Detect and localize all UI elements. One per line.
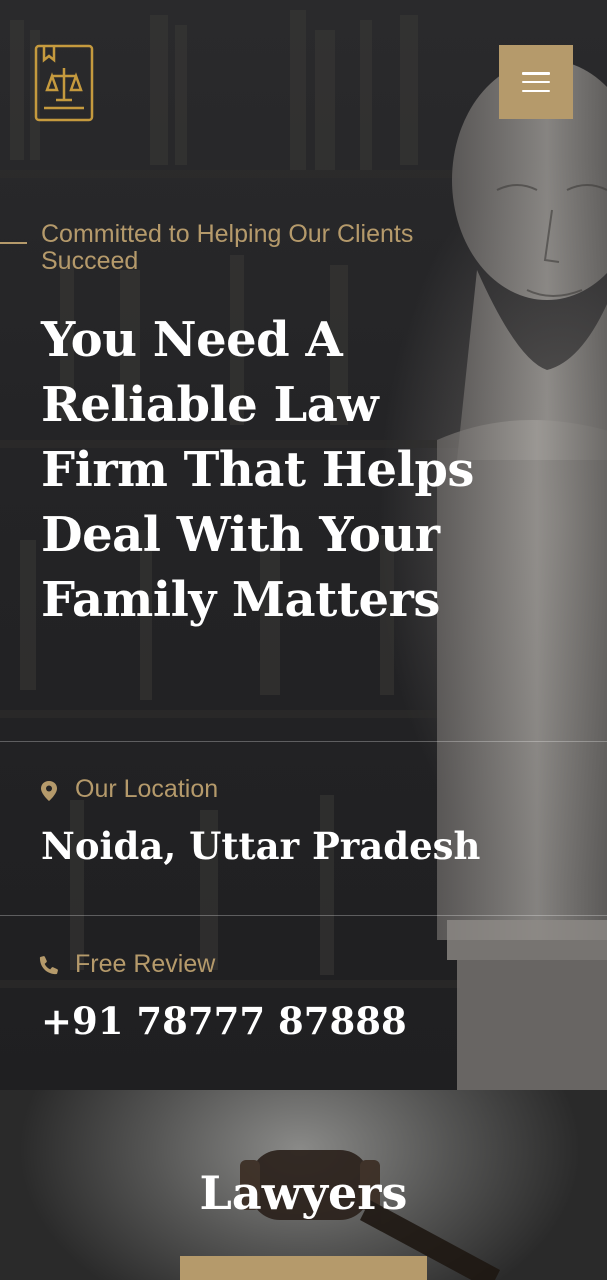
hero-section: Committed to Helping Our Clients Succeed… <box>0 0 607 1090</box>
tagline-accent-line <box>0 242 27 244</box>
hero-tagline: Committed to Helping Our Clients Succeed <box>41 220 414 275</box>
phone-icon <box>39 956 58 975</box>
divider <box>0 741 607 742</box>
phone-number-link[interactable]: +91 78777 87888 <box>41 999 407 1043</box>
map-pin-icon <box>41 781 57 801</box>
location-value: Noida, Uttar Pradesh <box>41 824 481 868</box>
law-book-scales-icon[interactable] <box>34 44 94 122</box>
hamburger-menu-icon <box>522 72 550 92</box>
review-label: Free Review <box>75 950 216 978</box>
menu-button[interactable] <box>499 45 573 119</box>
hero-headline: You Need A Reliable Law Firm That Helps … <box>41 312 474 628</box>
location-label: Our Location <box>75 775 219 803</box>
lawyers-heading: Lawyers <box>199 1166 408 1220</box>
divider <box>0 915 607 916</box>
lawyers-cta-button[interactable] <box>180 1256 427 1280</box>
lawyers-section: Lawyers <box>0 1090 607 1280</box>
